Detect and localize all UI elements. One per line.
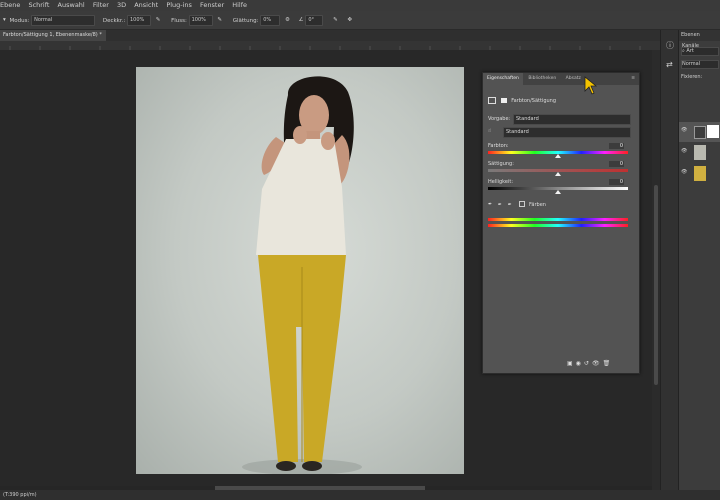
- options-bar: ▾ Modus: Normal Deckkr.: 100% ✎ Fluss: 1…: [0, 11, 720, 30]
- opacity-field[interactable]: 100%: [126, 14, 151, 26]
- pressure-opacity-icon[interactable]: ✎: [156, 11, 161, 29]
- lightness-label: Helligkeit:: [488, 179, 514, 185]
- layer-row-adjustment[interactable]: 👁: [679, 122, 720, 142]
- layer-thumbnail-photo: [694, 145, 706, 160]
- lock-label: Fixieren:: [681, 74, 703, 80]
- vertical-scroll-thumb[interactable]: [654, 185, 658, 385]
- lightness-value[interactable]: 0: [609, 179, 624, 185]
- visibility-icon[interactable]: 👁: [592, 360, 603, 367]
- opacity-label: Deckkr.:: [102, 17, 126, 24]
- reset-icon[interactable]: ↺: [584, 360, 592, 367]
- blend-mode-select[interactable]: Normal: [681, 60, 719, 69]
- info-icon[interactable]: ⓘ: [666, 40, 674, 51]
- layer-row-background[interactable]: 👁: [679, 164, 720, 184]
- document-image[interactable]: [136, 67, 464, 474]
- menu-filter[interactable]: Filter: [93, 1, 109, 9]
- lightness-slider-thumb[interactable]: [555, 190, 561, 194]
- mask-icon[interactable]: [500, 98, 507, 103]
- saturation-slider-thumb[interactable]: [555, 172, 561, 176]
- eyedropper-icons: ✒ ✒ ✒ Färben: [488, 201, 546, 208]
- document-tab[interactable]: Farbton/Sättigung 1, Ebenenmaske/8) * ×: [0, 30, 106, 49]
- menu-window[interactable]: Fenster: [200, 1, 224, 9]
- menu-layer[interactable]: Ebene: [0, 1, 20, 9]
- ruler-ticks: [9, 46, 641, 50]
- eye-icon[interactable]: 👁: [681, 169, 687, 175]
- properties-tabs: Eigenschaften Bibliotheken Absatz ≡: [483, 73, 639, 85]
- adjustment-title: Farbton/Sättigung: [511, 98, 557, 104]
- adjustment-header: Farbton/Sättigung: [488, 97, 556, 104]
- properties-panel: Eigenschaften Bibliotheken Absatz ≡ Farb…: [482, 72, 640, 374]
- hue-label: Farbton:: [488, 143, 509, 149]
- colorize-label: Färben: [528, 201, 546, 208]
- tab-layers[interactable]: Ebenen: [681, 32, 700, 38]
- tab-paragraph[interactable]: Absatz: [562, 73, 585, 85]
- document-tab-title: Farbton/Sättigung 1, Ebenenmaske/8) *: [3, 32, 102, 38]
- preset-label: Vorgabe:: [488, 116, 511, 122]
- angle-icon: ∠: [298, 17, 304, 23]
- layer-thumbnail-background: [694, 166, 706, 181]
- eye-icon[interactable]: 👁: [681, 127, 687, 133]
- adjustments-icon[interactable]: ⇄: [666, 60, 673, 69]
- panel-icon-strip: ⓘ ⇄: [660, 30, 679, 500]
- color-bar-top: [488, 218, 628, 221]
- status-info: (T:390 ppi/m): [3, 492, 37, 498]
- saturation-label: Sättigung:: [488, 161, 514, 167]
- menu-3d[interactable]: 3D: [117, 1, 126, 9]
- status-bar: (T:390 ppi/m): [0, 490, 720, 500]
- panel-menu-icon[interactable]: ≡: [627, 73, 639, 85]
- eyedropper-plus-icon[interactable]: ✒: [498, 202, 502, 208]
- mouse-cursor-icon: [584, 76, 598, 95]
- portrait-photo: [242, 76, 362, 474]
- menu-type[interactable]: Schrift: [28, 1, 49, 9]
- colorize-checkbox[interactable]: [519, 201, 526, 207]
- tab-libraries[interactable]: Bibliotheken: [524, 73, 560, 85]
- layer-filter-value: Art: [686, 48, 694, 54]
- color-bar-bottom: [488, 224, 628, 227]
- menu-bar: Ebene Schrift Auswahl Filter 3D Ansicht …: [0, 0, 720, 11]
- symmetry-icon[interactable]: ✥: [347, 11, 352, 29]
- menu-help[interactable]: Hilfe: [232, 1, 247, 9]
- menu-plugins[interactable]: Plug-ins: [166, 1, 192, 9]
- smoothing-label: Glättung:: [232, 17, 259, 24]
- layers-panel: Ebenen Kanäle ⌕ Art Normal Fixieren: 👁 👁…: [678, 30, 720, 500]
- tab-properties[interactable]: Eigenschaften: [483, 73, 523, 85]
- preset-row: Vorgabe:: [488, 116, 510, 122]
- eyedropper-icon[interactable]: ✒: [488, 202, 492, 208]
- mode-select[interactable]: Normal: [31, 14, 96, 26]
- angle-field[interactable]: 0°: [305, 14, 324, 26]
- flow-label: Fluss:: [171, 17, 187, 24]
- adjustment-icon: [488, 97, 496, 104]
- gear-icon[interactable]: ⚙: [285, 11, 290, 29]
- trash-icon[interactable]: 🗑: [603, 360, 614, 367]
- menu-view[interactable]: Ansicht: [134, 1, 158, 9]
- eyedropper-minus-icon[interactable]: ✒: [508, 202, 512, 208]
- saturation-value[interactable]: 0: [609, 161, 624, 167]
- targeted-adjust-icon[interactable]: ☝: [488, 128, 491, 134]
- clip-to-layer-icon[interactable]: ▣: [567, 360, 576, 367]
- preset-select[interactable]: Standard: [513, 114, 631, 125]
- panel-footer: ▣◉↺👁🗑: [567, 360, 613, 367]
- pressure-size-icon[interactable]: ✎: [333, 11, 338, 29]
- layer-row-photo[interactable]: 👁: [679, 143, 720, 163]
- hue-value[interactable]: 0: [609, 143, 624, 149]
- channel-select[interactable]: Standard: [503, 127, 631, 138]
- menu-select[interactable]: Auswahl: [58, 1, 85, 9]
- layer-mask-thumbnail: [707, 125, 719, 138]
- brush-preset-icon[interactable]: ▾: [3, 11, 6, 29]
- airbrush-icon[interactable]: ✎: [217, 11, 222, 29]
- mode-label: Modus:: [9, 17, 30, 24]
- eye-icon[interactable]: 👁: [681, 148, 687, 154]
- vertical-scrollbar[interactable]: [652, 50, 660, 490]
- smoothing-field[interactable]: 0%: [260, 14, 281, 26]
- search-icon: ⌕: [682, 48, 685, 54]
- layers-tabs: Ebenen Kanäle: [679, 30, 720, 49]
- hue-slider-thumb[interactable]: [555, 154, 561, 158]
- flow-field[interactable]: 100%: [188, 14, 213, 26]
- layer-filter[interactable]: ⌕ Art: [681, 47, 719, 56]
- layer-thumbnail-adjustment: [694, 126, 706, 139]
- view-previous-icon[interactable]: ◉: [576, 360, 584, 367]
